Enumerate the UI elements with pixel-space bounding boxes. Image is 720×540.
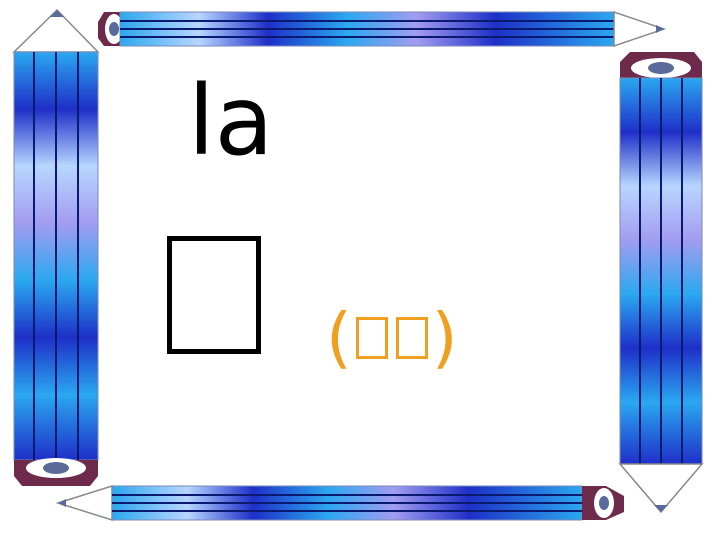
word-character-placeholder [355,317,388,359]
pencil-left [12,8,100,486]
pinyin-syllable: la [188,65,274,177]
character-placeholder [167,236,261,354]
pencil-frame [12,8,704,522]
word-character-placeholder [395,317,428,359]
slide: la ( ) [0,0,720,540]
word-open-paren: ( [326,299,352,376]
example-word: ( ) [326,300,458,376]
pencil-bottom [55,484,624,522]
word-close-paren: ) [431,299,458,376]
pencil-top [98,10,667,48]
pencil-right [618,52,704,514]
